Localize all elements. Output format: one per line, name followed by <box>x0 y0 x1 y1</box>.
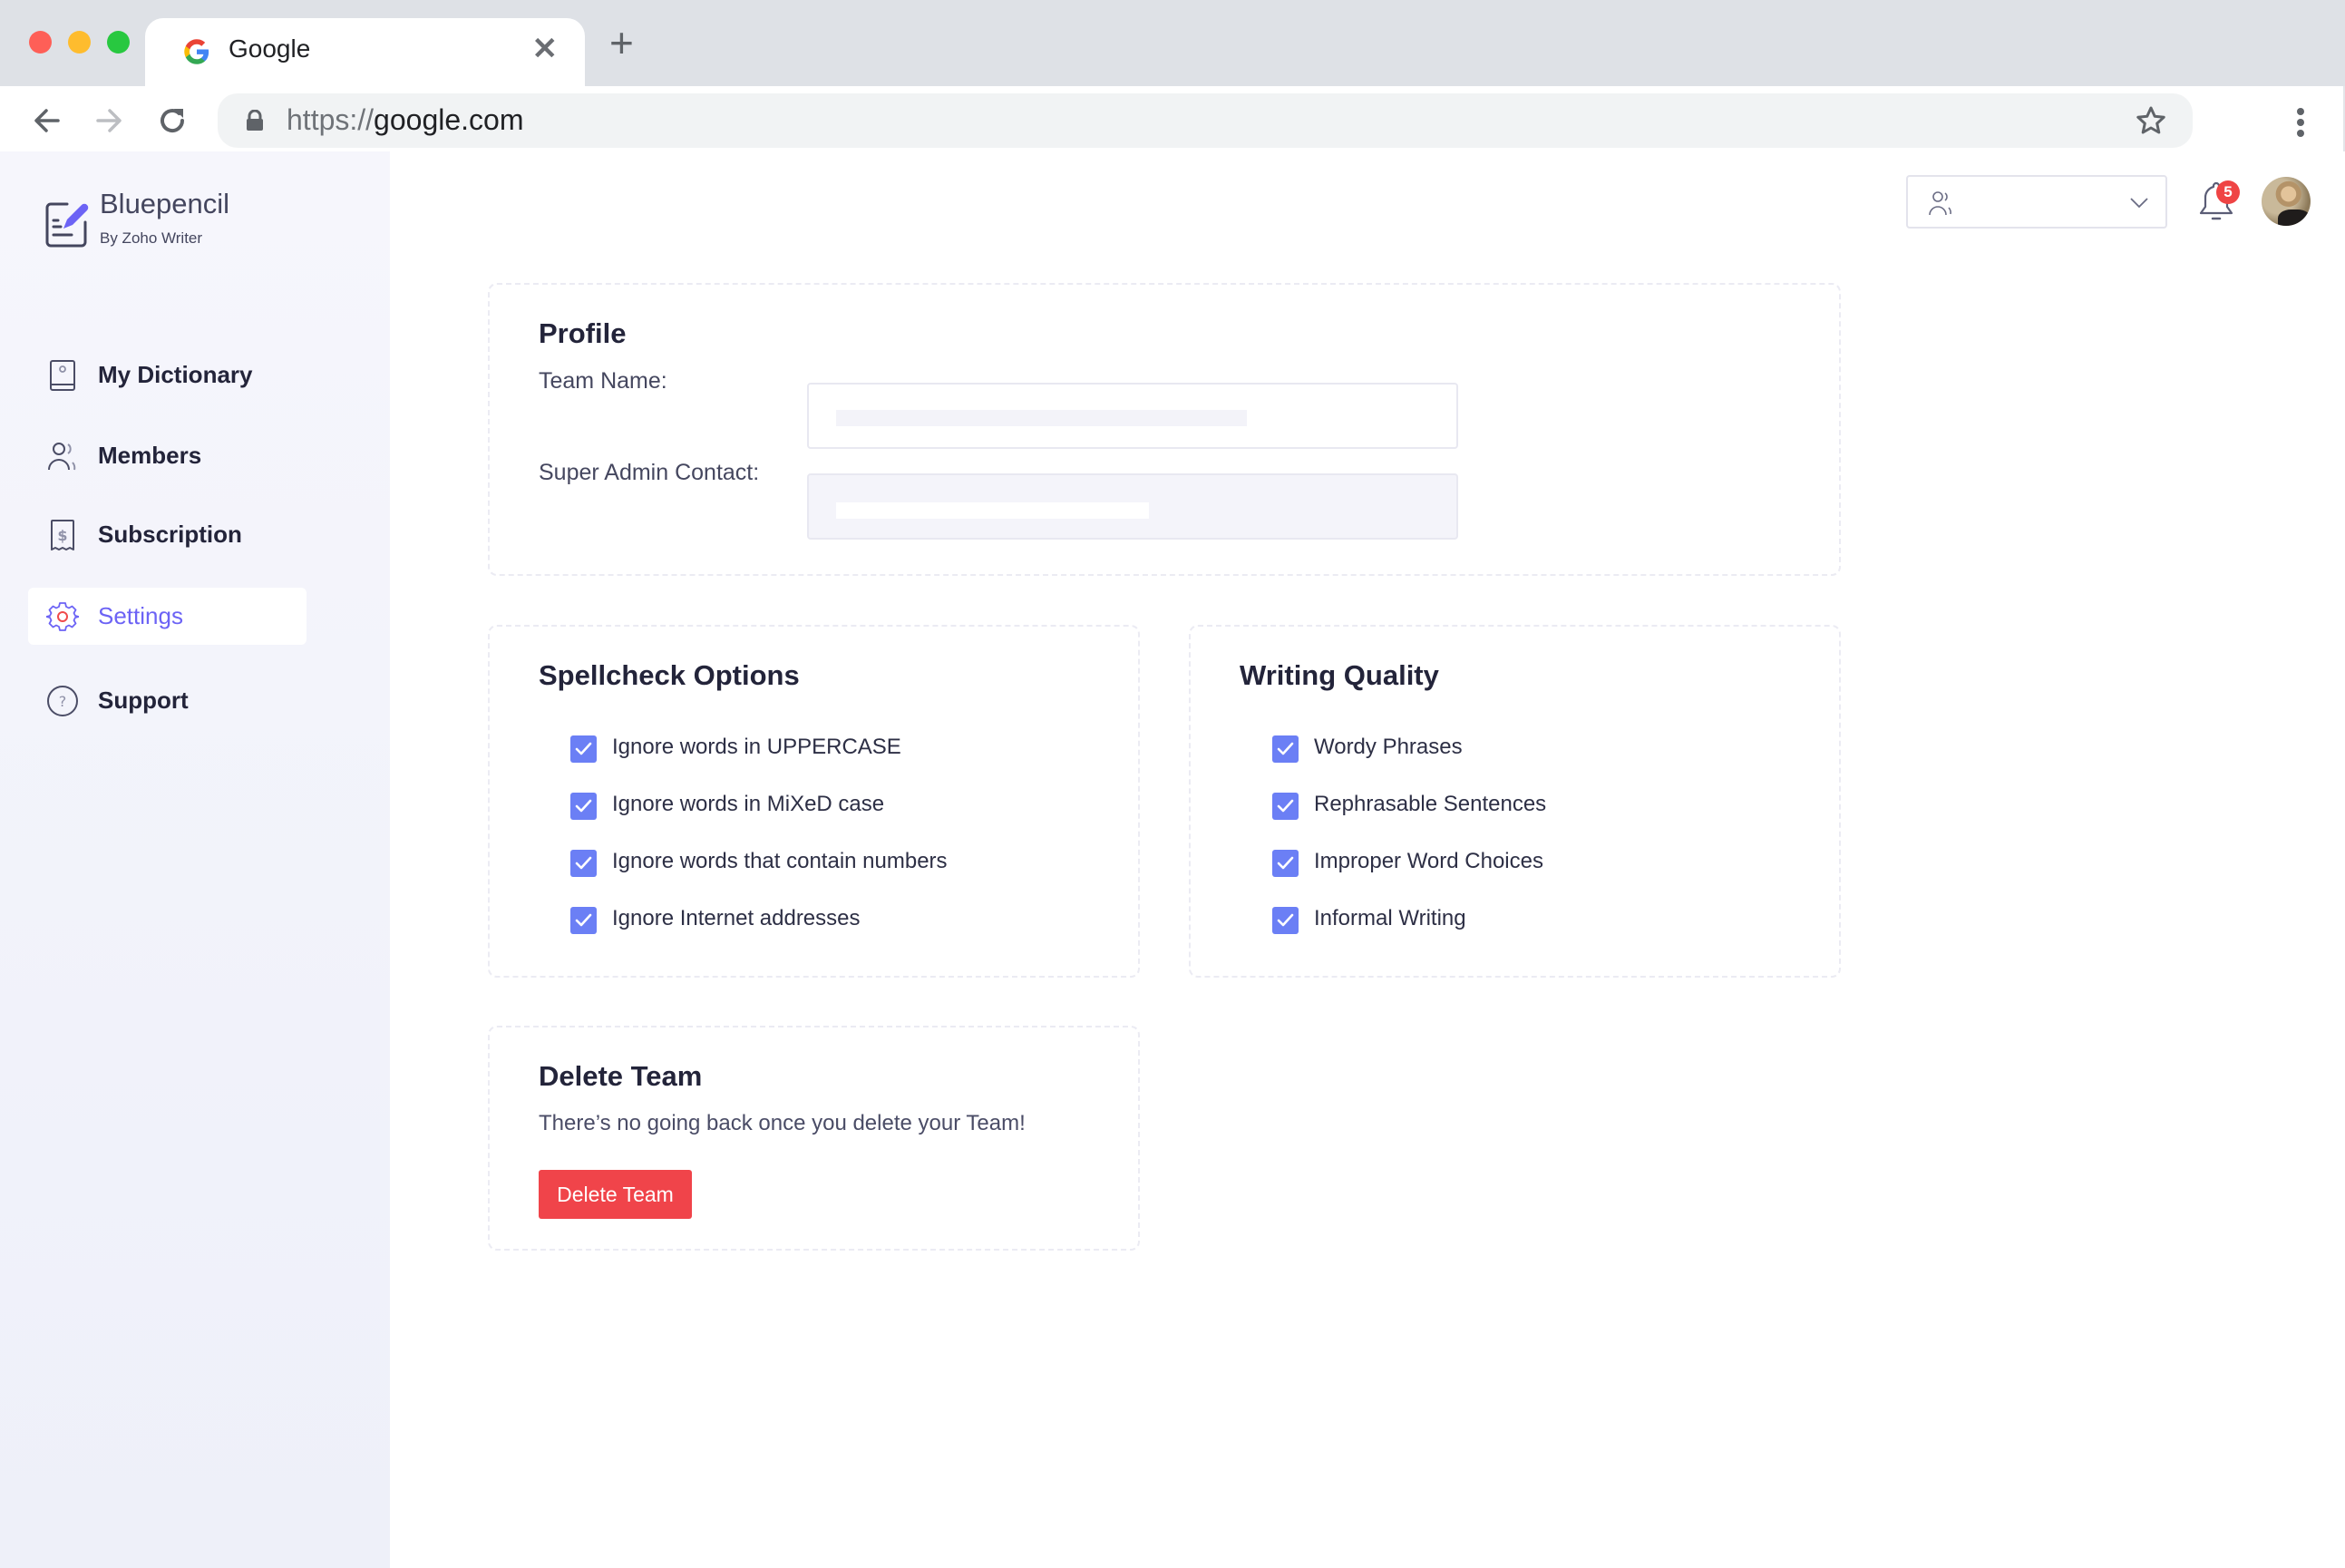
brand-subtitle: By Zoho Writer <box>100 229 203 247</box>
writing-quality-title: Writing Quality <box>1240 659 1439 691</box>
checkbox-label: Ignore Internet addresses <box>612 906 861 930</box>
window-close-button[interactable] <box>29 31 52 54</box>
team-name-value <box>836 410 1247 426</box>
chevron-down-icon <box>2130 198 2148 209</box>
browser-tab-bar: Google ✕ + <box>0 0 2345 91</box>
url-scheme: https:// <box>287 103 375 136</box>
spellcheck-options-card: Spellcheck Options Ignore words in UPPER… <box>488 625 1140 978</box>
reload-icon[interactable] <box>154 102 190 139</box>
checkbox-label: Ignore words that contain numbers <box>612 849 948 873</box>
profile-title: Profile <box>539 317 627 349</box>
svg-text:?: ? <box>59 693 67 710</box>
checkbox[interactable] <box>570 735 597 763</box>
url-text[interactable]: https://google.com <box>287 103 523 137</box>
checkmark-icon <box>575 913 592 927</box>
help-circle-icon: ? <box>47 686 78 716</box>
brand-name: Bluepencil <box>100 188 230 219</box>
address-bar[interactable]: https://google.com <box>218 93 2193 148</box>
super-admin-contact-field <box>807 473 1458 540</box>
svg-text:$: $ <box>57 527 67 544</box>
checkmark-icon <box>1277 856 1294 870</box>
sidebar-item-subscription[interactable]: $ Subscription <box>28 506 307 563</box>
sidebar-item-label: Subscription <box>98 521 242 548</box>
google-g-icon <box>184 39 209 64</box>
checkbox[interactable] <box>570 850 597 877</box>
super-admin-contact-value <box>836 502 1149 519</box>
forward-arrow-icon[interactable] <box>91 102 127 139</box>
bluepencil-logo-icon <box>45 202 89 248</box>
delete-team-title: Delete Team <box>539 1060 703 1092</box>
sidebar-item-label: My Dictionary <box>98 361 253 388</box>
team-icon <box>1929 191 1951 216</box>
browser-toolbar: https://google.com <box>0 86 2345 151</box>
checkbox[interactable] <box>1272 850 1299 877</box>
team-name-label: Team Name: <box>539 368 667 394</box>
sidebar-item-label: Support <box>98 687 189 714</box>
checkbox-label: Informal Writing <box>1314 906 1466 930</box>
lock-icon <box>247 110 263 131</box>
gear-icon <box>46 602 79 631</box>
checkmark-icon <box>575 856 592 870</box>
checkbox[interactable] <box>1272 907 1299 934</box>
checkbox-label: Improper Word Choices <box>1314 849 1543 873</box>
sidebar-item-label: Settings <box>98 602 183 629</box>
star-icon[interactable] <box>2135 104 2167 137</box>
checkmark-icon <box>1277 913 1294 927</box>
checkbox[interactable] <box>1272 793 1299 820</box>
sidebar: Bluepencil By Zoho Writer My Dictionary … <box>0 151 390 1568</box>
checkbox[interactable] <box>570 793 597 820</box>
sidebar-item-my-dictionary[interactable]: My Dictionary <box>28 346 307 404</box>
sidebar-item-members[interactable]: Members <box>28 427 307 484</box>
dictionary-book-icon <box>50 360 75 391</box>
super-admin-contact-label: Super Admin Contact: <box>539 460 760 485</box>
subscription-receipt-icon: $ <box>51 520 74 550</box>
checkmark-icon <box>575 799 592 813</box>
checkmark-icon <box>1277 799 1294 813</box>
sidebar-item-label: Members <box>98 442 202 469</box>
team-name-field[interactable] <box>807 383 1458 449</box>
checkbox[interactable] <box>570 907 597 934</box>
checkbox-label: Wordy Phrases <box>1314 735 1463 759</box>
sidebar-item-support[interactable]: ? Support <box>28 672 307 729</box>
window-maximize-button[interactable] <box>107 31 130 54</box>
browser-tab[interactable]: Google ✕ <box>145 18 585 91</box>
checkbox-label: Rephrasable Sentences <box>1314 792 1547 816</box>
plus-icon[interactable]: + <box>609 22 634 63</box>
notification-badge: 5 <box>2216 180 2240 204</box>
members-icon <box>48 443 76 471</box>
delete-team-card: Delete Team There’s no going back once y… <box>488 1026 1140 1251</box>
delete-team-description: There’s no going back once you delete yo… <box>539 1111 1026 1135</box>
window-minimize-button[interactable] <box>68 31 91 54</box>
tab-title: Google <box>229 34 311 63</box>
spellcheck-title: Spellcheck Options <box>539 659 800 691</box>
checkmark-icon <box>575 742 592 755</box>
checkbox-label: Ignore words in MiXeD case <box>612 792 885 816</box>
writing-quality-card: Writing Quality Wordy Phrases Rephrasabl… <box>1189 625 1841 978</box>
avatar[interactable] <box>2262 177 2311 226</box>
checkmark-icon <box>1277 742 1294 755</box>
delete-team-button[interactable]: Delete Team <box>539 1170 692 1219</box>
profile-card: Profile Team Name: Super Admin Contact: <box>488 283 1841 576</box>
team-select-dropdown[interactable] <box>1906 175 2167 229</box>
back-arrow-icon[interactable] <box>29 102 65 139</box>
sidebar-item-settings[interactable]: Settings <box>28 588 307 645</box>
checkbox[interactable] <box>1272 735 1299 763</box>
checkbox-label: Ignore words in UPPERCASE <box>612 735 901 759</box>
kebab-menu-icon[interactable] <box>2290 106 2311 139</box>
close-icon[interactable]: ✕ <box>532 31 559 67</box>
url-host: google.com <box>374 103 524 136</box>
